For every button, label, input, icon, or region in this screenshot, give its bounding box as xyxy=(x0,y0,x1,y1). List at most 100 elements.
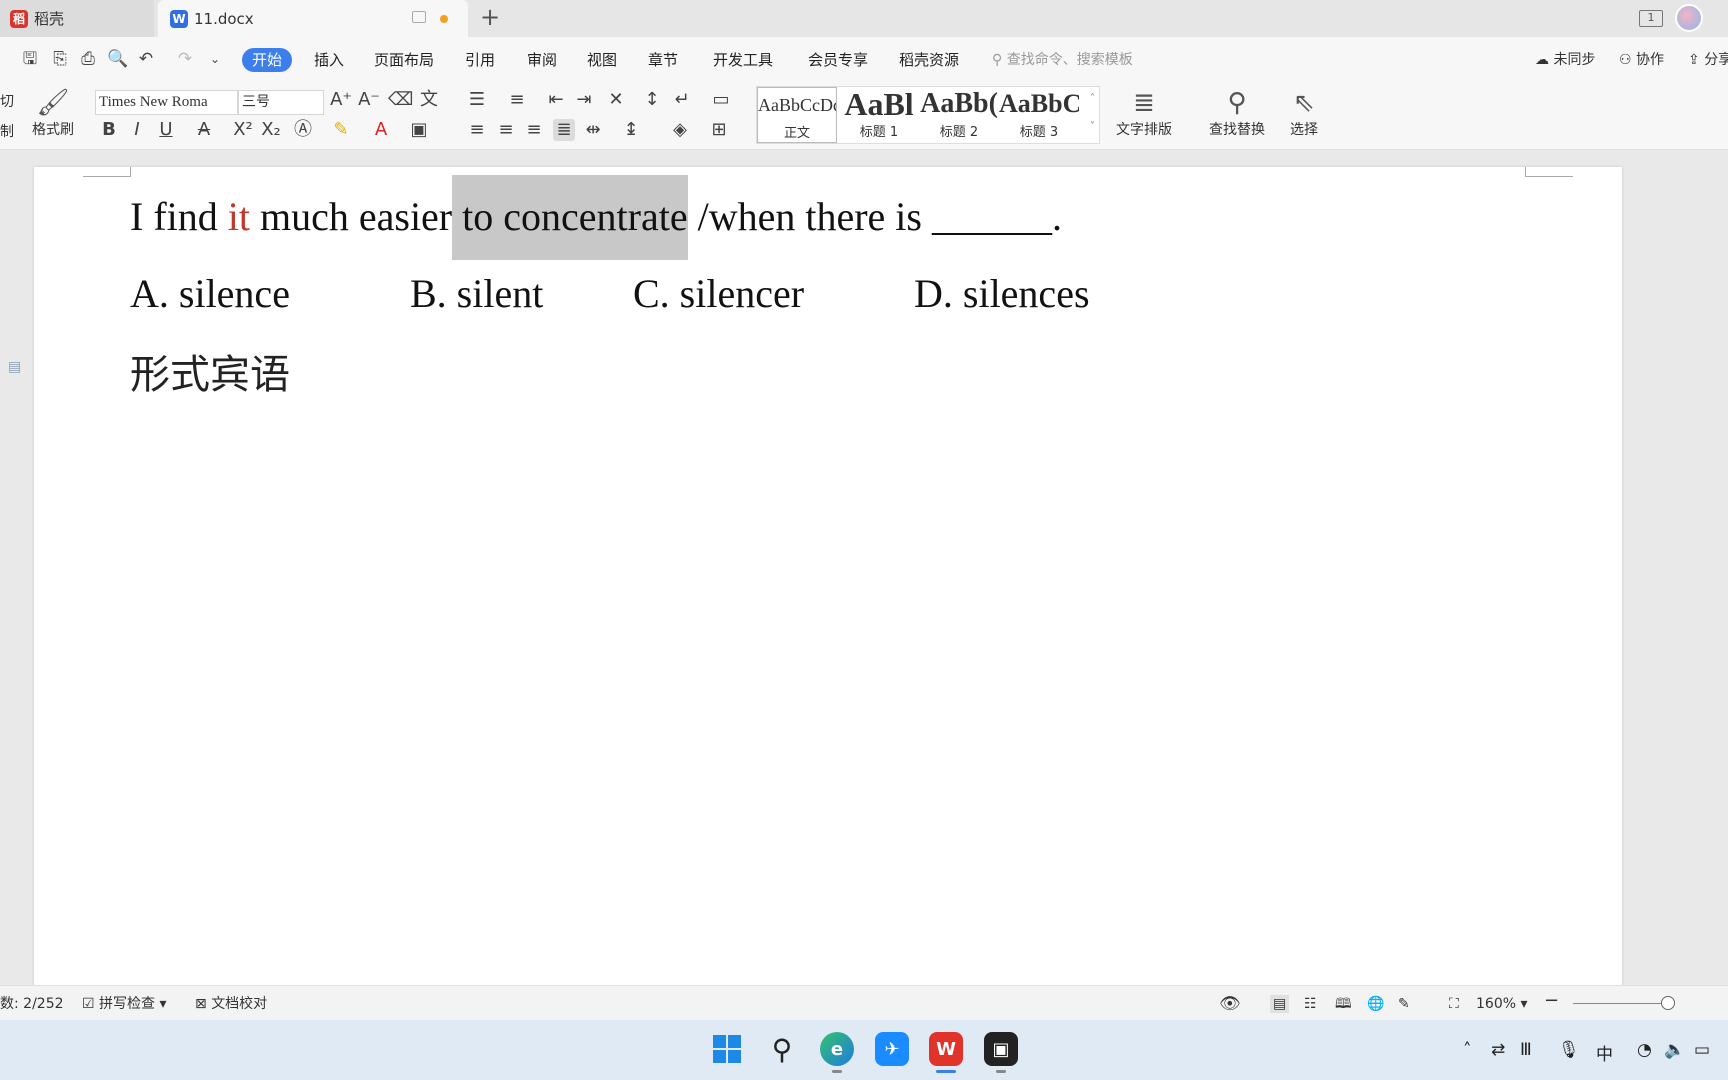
italic-icon[interactable]: I xyxy=(126,119,148,141)
collab-button[interactable]: ⚇ 协作 xyxy=(1619,48,1664,72)
web-view-icon[interactable]: 🌐 xyxy=(1367,995,1384,1013)
align-right-icon[interactable]: ≡ xyxy=(523,119,545,141)
phonetic-icon[interactable]: 文 xyxy=(418,89,440,111)
volume-icon[interactable]: 🔈 xyxy=(1664,1040,1685,1060)
wifi-icon[interactable]: ◔ xyxy=(1637,1040,1652,1060)
tab-stops-icon[interactable]: ▭ xyxy=(710,89,732,111)
tray-switch-icon[interactable]: ⇄ xyxy=(1491,1040,1505,1060)
zoom-slider[interactable] xyxy=(1573,1003,1667,1004)
format-painter-button[interactable]: 🖌 格式刷 xyxy=(32,87,74,139)
bold-icon[interactable]: B xyxy=(98,119,120,141)
zoom-level[interactable]: 160% ▾ xyxy=(1476,995,1528,1013)
monitor-icon[interactable] xyxy=(412,11,426,23)
style-heading-2[interactable]: AaBb( 标题 2 xyxy=(919,87,999,143)
menu-view[interactable]: 视图 xyxy=(587,48,617,72)
clear-format-icon[interactable]: ⌫ xyxy=(388,89,413,111)
wps-taskbar-icon[interactable]: W xyxy=(929,1032,963,1066)
fit-page-icon[interactable]: ⛶ xyxy=(1449,995,1459,1013)
nav-pane-icon[interactable]: ▤ xyxy=(8,359,21,375)
tab-docer[interactable]: 稻 稻壳 xyxy=(0,0,154,37)
char-border-icon[interactable]: ▣ xyxy=(408,119,430,141)
style-heading-1[interactable]: AaBl 标题 1 xyxy=(839,87,919,143)
gallery-scroll-up-icon[interactable]: ˄ xyxy=(1090,93,1095,104)
menu-home[interactable]: 开始 xyxy=(242,48,293,72)
undo-icon[interactable]: ↶ xyxy=(136,49,156,69)
cut-button[interactable]: 剪切 xyxy=(0,91,14,111)
distributed-icon[interactable]: ⇹ xyxy=(582,119,604,141)
write-view-icon[interactable]: ✎ xyxy=(1398,995,1410,1013)
menu-member[interactable]: 会员专享 xyxy=(808,48,868,72)
menu-page-layout[interactable]: 页面布局 xyxy=(374,48,434,72)
reading-view-icon[interactable]: 🕮 xyxy=(1335,995,1352,1013)
subscript-icon[interactable]: X₂ xyxy=(260,119,282,141)
justify-icon[interactable]: ≣ xyxy=(553,119,575,141)
font-name-select[interactable]: Times New Roma xyxy=(95,90,238,115)
outline-view-icon[interactable]: ☷ xyxy=(1304,995,1317,1013)
underline-icon[interactable]: U xyxy=(155,119,177,141)
numbering-icon[interactable]: ≡ xyxy=(506,89,528,111)
menu-section[interactable]: 章节 xyxy=(648,48,678,72)
shrink-font-icon[interactable]: A⁻ xyxy=(358,89,380,111)
page-view-icon[interactable]: ▤ xyxy=(1270,995,1290,1013)
feishu-icon[interactable]: ✈ xyxy=(875,1032,909,1066)
increase-indent-icon[interactable]: ⇥ xyxy=(573,89,595,111)
zoom-slider-thumb[interactable] xyxy=(1661,996,1675,1010)
tab-document[interactable]: W 11.docx xyxy=(158,0,468,37)
style-normal[interactable]: AaBbCcDd 正文 xyxy=(757,87,837,143)
sync-button[interactable]: ☁ 未同步 xyxy=(1535,48,1595,72)
save-icon[interactable]: 🖫 xyxy=(20,49,40,69)
align-center-icon[interactable]: ≡ xyxy=(495,119,517,141)
search-icon[interactable]: ⚲ xyxy=(765,1032,799,1066)
menu-review[interactable]: 审阅 xyxy=(527,48,557,72)
text-layout-button[interactable]: ≣ 文字排版 xyxy=(1116,87,1172,139)
print-preview-icon[interactable]: 🔍 xyxy=(107,49,128,69)
spell-check-button[interactable]: ☑ 拼写检查 ▾ xyxy=(82,995,167,1013)
chinese-layout-icon[interactable]: ✕ xyxy=(605,89,627,111)
align-left-icon[interactable]: ≡ xyxy=(466,119,488,141)
word-count[interactable]: 字数: 2/252 xyxy=(0,995,64,1013)
font-size-select[interactable]: 三号 xyxy=(238,90,324,115)
sort-icon[interactable]: ↕ xyxy=(641,89,663,111)
bilibili-icon[interactable]: ▣ xyxy=(984,1032,1018,1066)
eye-protection-icon[interactable]: 👁 xyxy=(1219,995,1241,1013)
select-button[interactable]: ⇖ 选择 xyxy=(1290,87,1318,139)
style-heading-3[interactable]: AaBbC 标题 3 xyxy=(999,87,1079,143)
export-pdf-icon[interactable]: ⎘ xyxy=(50,49,70,69)
copy-button[interactable]: 复制 xyxy=(0,121,14,141)
command-search[interactable]: ⚲ 查找命令、搜索模板 xyxy=(992,48,1133,72)
windows-start-icon[interactable] xyxy=(710,1032,744,1066)
tray-app-icon[interactable]: Ⅲ xyxy=(1520,1040,1532,1060)
avatar[interactable] xyxy=(1675,4,1703,32)
battery-icon[interactable]: ▭ xyxy=(1694,1040,1710,1060)
decrease-indent-icon[interactable]: ⇤ xyxy=(545,89,567,111)
text-effect-icon[interactable]: Ⓐ xyxy=(292,119,314,141)
print-icon[interactable]: ⎙ xyxy=(78,49,98,69)
menu-insert[interactable]: 插入 xyxy=(314,48,344,72)
redo-icon[interactable]: ↷ xyxy=(175,49,195,69)
menu-developer[interactable]: 开发工具 xyxy=(713,48,773,72)
ime-indicator[interactable]: 中 xyxy=(1596,1040,1613,1065)
edge-browser-icon[interactable]: e xyxy=(820,1032,854,1066)
font-color-icon[interactable]: A xyxy=(370,119,392,141)
superscript-icon[interactable]: X² xyxy=(232,119,254,141)
window-count-icon[interactable]: 1 xyxy=(1639,10,1663,27)
bullets-icon[interactable]: ☰ xyxy=(466,89,488,111)
new-tab-button[interactable]: + xyxy=(480,3,500,31)
show-marks-icon[interactable]: ↵ xyxy=(671,89,693,111)
doc-proof-button[interactable]: ⊠ 文档校对 xyxy=(195,995,267,1013)
find-replace-button[interactable]: ⚲ 查找替换 xyxy=(1209,87,1265,139)
customize-chevron-icon[interactable]: ⌄ xyxy=(205,49,225,69)
highlight-icon[interactable]: ✎ xyxy=(330,119,352,141)
menu-docer-resources[interactable]: 稻壳资源 xyxy=(899,48,959,72)
shading-icon[interactable]: ◈ xyxy=(669,119,691,141)
document-page[interactable]: I find it much easier to concentrate /wh… xyxy=(34,167,1622,985)
gallery-more-icon[interactable]: ˅ xyxy=(1090,121,1095,132)
microphone-icon[interactable]: 🎙 xyxy=(1558,1040,1580,1060)
strikethrough-icon[interactable]: A xyxy=(193,119,215,141)
zoom-out-button[interactable]: − xyxy=(1544,992,1559,1010)
menu-references[interactable]: 引用 xyxy=(465,48,495,72)
line-spacing-icon[interactable]: ↨ xyxy=(620,119,642,141)
share-button[interactable]: ⇪ 分享 xyxy=(1688,48,1728,72)
tray-chevron-icon[interactable]: ˄ xyxy=(1463,1040,1472,1060)
grow-font-icon[interactable]: A⁺ xyxy=(330,89,352,111)
